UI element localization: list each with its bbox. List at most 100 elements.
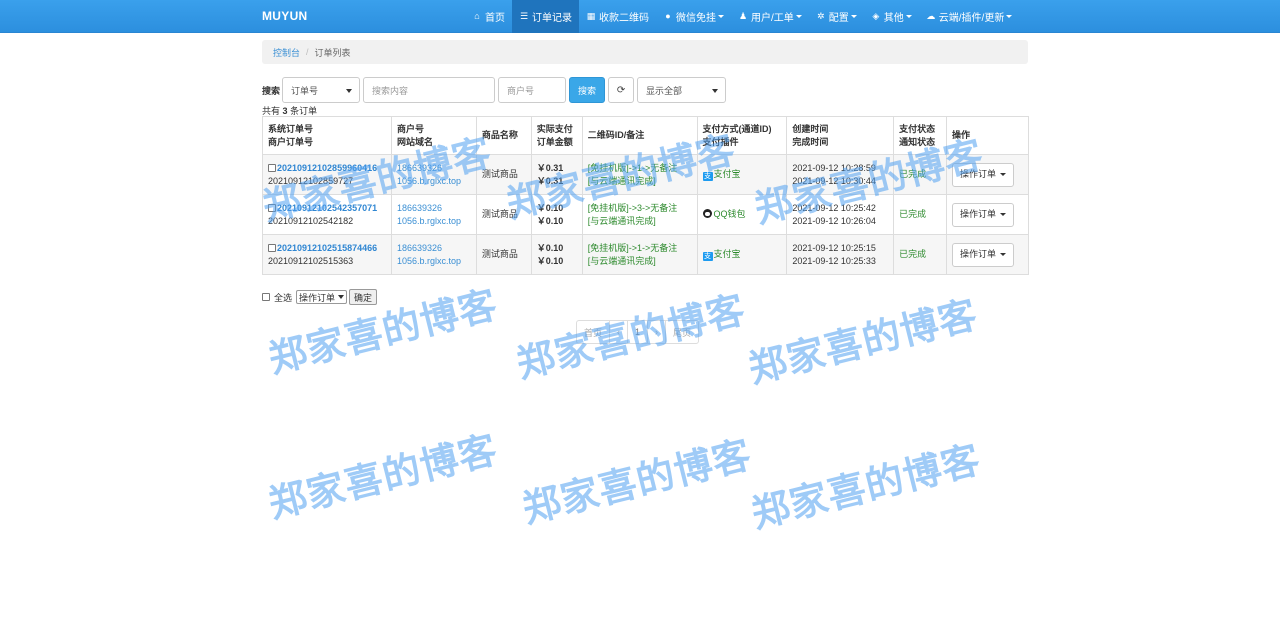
chevron-down-icon <box>1000 253 1007 256</box>
cell-amount: ￥0.10 ￥0.10 <box>530 194 583 235</box>
page-current[interactable]: 1 <box>627 320 649 344</box>
sys-order-link[interactable]: 20210912102515874466 <box>277 243 377 253</box>
nav-home[interactable]: ⌂ 首页 <box>465 0 512 33</box>
watermark-text: 郑家喜的博客 <box>744 292 982 392</box>
header-text: 支付方式(通道ID) <box>702 123 772 134</box>
nav-users-label: 用户/工单 <box>751 13 794 24</box>
chevron-down-icon <box>1006 15 1013 18</box>
alipay-icon: 支 <box>702 172 713 181</box>
list-icon: ☰ <box>519 11 529 21</box>
bulk-action-select[interactable]: 操作订单 <box>296 290 348 304</box>
order-action-label: 操作订单 <box>960 169 997 179</box>
nav-qrcode[interactable]: ▦ 收款二维码 <box>579 0 656 33</box>
table-header-row: 系统订单号 商户订单号 商户号 网站域名 商品名称 实际支付 订单金额 二维码ID/备… <box>262 116 1029 155</box>
top-navbar: MUYUN ⌂ 首页 ☰ 订单记录 ▦ 收款二维码 ● 微信免挂 ♟ 用户/工单… <box>0 0 1280 33</box>
cell-order-ids: 20210912102859960416 20210912102859727 <box>262 154 392 195</box>
merchant-id-link[interactable]: 186639326 <box>397 162 471 175</box>
created-time: 2021-09-12 10:28:59 <box>792 162 876 173</box>
order-count-suffix: 条订单 <box>290 106 318 116</box>
merchant-order-no: 20210912102542182 <box>268 215 354 226</box>
header-amount: 实际支付 订单金额 <box>530 116 583 155</box>
cell-pay-method: 支支付宝 <box>696 234 788 275</box>
order-action-button[interactable]: 操作订单 <box>952 242 1015 267</box>
cell-qr: [免挂机版]->1->无备注 [与云端通讯完成] <box>581 234 698 275</box>
row-checkbox[interactable] <box>268 203 276 212</box>
nav-other-label: 其他 <box>883 13 904 24</box>
order-amount: ￥0.10 <box>536 255 564 266</box>
created-time: 2021-09-12 10:25:15 <box>792 242 876 253</box>
merchant-id-placeholder: 商户号 <box>507 85 535 96</box>
search-field-select[interactable]: 订单号 <box>282 77 361 103</box>
cell-product: 测试商品 <box>475 234 532 275</box>
nav-config[interactable]: ✲ 配置 <box>809 0 864 33</box>
merchant-id-link[interactable]: 186639326 <box>397 202 471 215</box>
cell-time: 2021-09-12 10:25:15 2021-09-12 10:25:33 <box>786 234 895 275</box>
cell-amount: ￥0.31 ￥0.31 <box>530 154 583 195</box>
pay-method-label: 支付宝 <box>713 169 741 179</box>
order-action-button[interactable]: 操作订单 <box>952 202 1015 227</box>
search-keyword-input[interactable]: 搜索内容 <box>363 77 496 103</box>
page-prev[interactable]: ‹ <box>609 320 629 344</box>
table-row: 20210912102515874466 20210912102515363 1… <box>262 234 1029 275</box>
chevron-down-icon <box>346 89 353 93</box>
qr-note: [与云端通讯完成] <box>587 255 656 266</box>
header-text: 通知状态 <box>899 136 936 147</box>
cell-qr: [免挂机版]->1->无备注 [与云端通讯完成] <box>581 154 698 195</box>
pay-method-label: QQ钱包 <box>713 209 746 219</box>
nav-cloud[interactable]: ☁ 云端/插件/更新 <box>919 0 1020 33</box>
search-button[interactable]: 搜索 <box>569 77 606 103</box>
status-badge: 已完成 <box>899 249 927 259</box>
cell-status: 已完成 <box>893 234 948 275</box>
header-text: 商品名称 <box>481 130 518 140</box>
status-filter-value: 显示全部 <box>646 85 683 96</box>
gear-icon: ✲ <box>817 11 825 21</box>
sys-order-link[interactable]: 20210912102542357071 <box>277 203 377 213</box>
chevron-down-icon <box>850 15 857 18</box>
row-checkbox[interactable] <box>268 163 276 172</box>
select-all-checkbox[interactable] <box>262 293 270 301</box>
cell-action: 操作订单 <box>946 234 1029 275</box>
nav-other[interactable]: ◈ 其他 <box>864 0 919 33</box>
row-checkbox[interactable] <box>268 243 276 252</box>
header-text: 支付插件 <box>702 136 739 147</box>
breadcrumb-home[interactable]: 控制台 <box>273 46 300 59</box>
order-count-prefix: 共有 <box>262 106 281 116</box>
brand-logo[interactable]: MUYUN <box>262 9 308 23</box>
nav-orders[interactable]: ☰ 订单记录 <box>512 0 579 33</box>
order-action-label: 操作订单 <box>960 209 997 219</box>
status-filter-select[interactable]: 显示全部 <box>637 77 727 103</box>
refresh-button[interactable]: ⟳ <box>608 77 635 103</box>
cloud-icon: ☁ <box>926 11 936 21</box>
nav-users[interactable]: ♟ 用户/工单 <box>731 0 809 33</box>
main-nav: ⌂ 首页 ☰ 订单记录 ▦ 收款二维码 ● 微信免挂 ♟ 用户/工单 ✲ 配置 … <box>465 0 1019 33</box>
order-count-number: 3 <box>282 106 288 116</box>
cell-merchant: 186639326 1056.b.rglxc.top <box>390 154 477 195</box>
domain-link[interactable]: 1056.b.rglxc.top <box>397 175 471 188</box>
cell-product: 测试商品 <box>475 154 532 195</box>
domain-link[interactable]: 1056.b.rglxc.top <box>397 255 471 268</box>
header-product: 商品名称 <box>475 116 532 155</box>
page-next[interactable]: › <box>647 320 667 344</box>
refresh-icon: ⟳ <box>616 84 626 96</box>
merchant-id-link[interactable]: 186639326 <box>397 242 471 255</box>
merchant-order-no: 20210912102515363 <box>268 255 354 266</box>
nav-wechat[interactable]: ● 微信免挂 <box>656 0 731 33</box>
nav-cloud-label: 云端/插件/更新 <box>938 13 1005 24</box>
search-bar: 搜索 订单号 搜索内容 商户号 搜索 ⟳ 显示全部 <box>262 77 729 103</box>
cell-merchant: 186639326 1056.b.rglxc.top <box>390 194 477 235</box>
pay-method-label: 支付宝 <box>713 249 741 259</box>
header-text: 完成时间 <box>792 136 829 147</box>
order-action-button[interactable]: 操作订单 <box>952 162 1015 187</box>
sys-order-link[interactable]: 20210912102859960416 <box>277 163 377 173</box>
domain-link[interactable]: 1056.b.rglxc.top <box>397 215 471 228</box>
cell-time: 2021-09-12 10:28:59 2021-09-12 10:30:44 <box>786 154 895 195</box>
breadcrumb-current: 订单列表 <box>314 47 351 58</box>
order-amount: ￥0.31 <box>536 175 564 186</box>
merchant-id-input[interactable]: 商户号 <box>498 77 567 103</box>
page-last[interactable]: 尾页 <box>665 320 700 344</box>
order-action-label: 操作订单 <box>960 249 997 259</box>
watermark-text: 郑家喜的博客 <box>518 432 756 532</box>
bulk-confirm-button[interactable]: 确定 <box>349 289 378 305</box>
page-first[interactable]: 首页 <box>576 320 611 344</box>
qr-note: [与云端通讯完成] <box>587 215 656 226</box>
